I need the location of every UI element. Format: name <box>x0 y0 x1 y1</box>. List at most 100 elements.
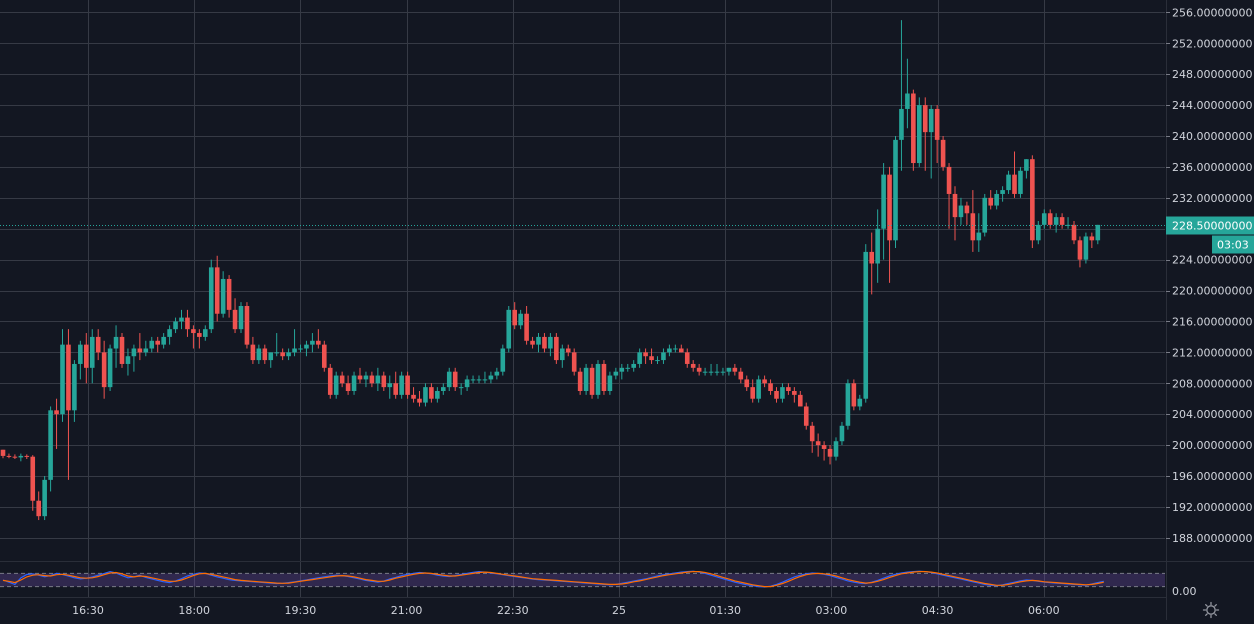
candle[interactable] <box>589 363 595 399</box>
candle-body <box>792 391 797 395</box>
candle-body <box>1030 159 1035 241</box>
candle-body <box>1095 224 1101 241</box>
candle-body <box>845 383 851 426</box>
candle-body <box>1018 170 1023 194</box>
candle-body <box>565 348 571 353</box>
candle[interactable] <box>48 406 53 492</box>
candle[interactable] <box>322 340 327 372</box>
candle-body <box>726 367 732 372</box>
candle-body <box>548 336 553 349</box>
candle-body <box>684 352 690 364</box>
candle[interactable] <box>327 363 333 399</box>
candle-body <box>197 333 202 337</box>
candle[interactable] <box>917 97 922 167</box>
candle-body <box>952 193 958 218</box>
candle[interactable] <box>982 193 988 237</box>
candle-body <box>708 371 714 373</box>
candle-body <box>226 278 232 310</box>
candle[interactable] <box>238 302 244 334</box>
candle-body <box>250 344 256 361</box>
candle-body <box>928 108 934 133</box>
candle-body <box>173 321 178 330</box>
candle[interactable] <box>940 136 946 171</box>
candle-body <box>881 174 886 229</box>
candle-body <box>542 336 547 349</box>
candle-body <box>613 371 619 376</box>
candle-body <box>702 371 708 373</box>
candle-body <box>934 108 940 140</box>
candle[interactable] <box>851 379 857 411</box>
trading-chart[interactable]: 256.00000000 252.00000000 248.00000000 244.… <box>0 0 1254 620</box>
candle-body <box>310 340 315 345</box>
candle-body <box>1059 217 1065 225</box>
candle[interactable] <box>42 476 47 521</box>
candle-body <box>143 348 149 353</box>
candle[interactable] <box>803 402 809 430</box>
candle-body <box>232 309 238 330</box>
candle[interactable] <box>863 244 869 403</box>
candle-body <box>994 193 999 206</box>
candle[interactable] <box>405 371 410 399</box>
candle-body <box>1012 174 1017 194</box>
candle-body <box>286 352 291 357</box>
candle-body <box>964 205 970 214</box>
candle[interactable] <box>893 136 898 249</box>
candle-body <box>137 348 143 353</box>
candle-body <box>482 379 488 381</box>
time-tick-label: 25 <box>612 604 626 617</box>
candle[interactable] <box>1018 166 1023 198</box>
candle[interactable] <box>583 363 589 395</box>
candle-body <box>1036 224 1041 241</box>
candle-body <box>262 348 268 361</box>
chart-canvas[interactable]: 256.00000000 252.00000000 248.00000000 244.… <box>0 0 1254 620</box>
candle-body <box>1006 174 1011 191</box>
candle-body <box>18 455 24 458</box>
candle[interactable] <box>554 333 559 364</box>
candle[interactable] <box>911 89 916 171</box>
candle[interactable] <box>571 348 577 376</box>
candle[interactable] <box>756 375 761 403</box>
candle[interactable] <box>208 259 214 334</box>
candle[interactable] <box>1083 232 1089 264</box>
candle-body <box>327 367 333 395</box>
candle-body <box>696 367 702 372</box>
candle[interactable] <box>399 371 404 399</box>
candle-body <box>720 371 726 373</box>
candle-body <box>875 228 880 264</box>
candle-body <box>48 410 53 480</box>
candle-body <box>131 348 137 357</box>
candle-body <box>476 379 482 381</box>
chart-background <box>0 0 1254 620</box>
candle[interactable] <box>577 367 583 395</box>
candle[interactable] <box>1030 155 1035 249</box>
candle[interactable] <box>107 344 113 391</box>
candle-body <box>1071 224 1077 241</box>
candle-body <box>268 352 274 361</box>
candle-body <box>464 379 470 388</box>
candle[interactable] <box>506 306 512 353</box>
candle-body <box>976 232 982 241</box>
candle-body <box>851 383 857 407</box>
candle[interactable] <box>119 333 125 368</box>
candle-body <box>738 371 744 380</box>
candle[interactable] <box>333 371 339 399</box>
time-tick-label: 16:30 <box>72 604 104 617</box>
price-tick-label: 212.00000000 <box>1172 346 1252 359</box>
candle[interactable] <box>500 344 506 376</box>
candle[interactable] <box>595 360 601 399</box>
candle-body <box>506 309 512 349</box>
candle[interactable] <box>244 302 250 349</box>
candle-body <box>357 375 363 380</box>
candle-body <box>595 363 601 395</box>
candle-body <box>125 356 131 364</box>
stochastic-oscillator-pane[interactable] <box>0 570 1165 588</box>
candle-body <box>54 410 59 415</box>
candle[interactable] <box>845 379 851 430</box>
price-tick-label: 220.00000000 <box>1172 285 1252 298</box>
candle-body <box>333 375 339 395</box>
candle[interactable] <box>601 360 607 395</box>
time-tick-label: 06:00 <box>1028 604 1060 617</box>
candle-body <box>101 352 107 388</box>
candle-body <box>500 348 506 372</box>
candle-body <box>345 383 351 391</box>
